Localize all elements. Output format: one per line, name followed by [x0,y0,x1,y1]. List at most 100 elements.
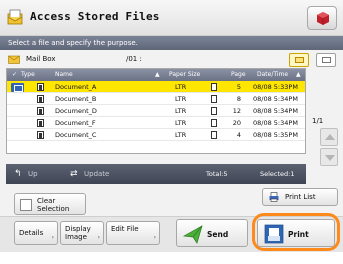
page-count: 12 [232,107,241,115]
table-row[interactable]: Document_B LTR 8 08/08 5:34PM [7,93,305,105]
file-datetime: 08/08 5:34PM [253,107,298,115]
column-type[interactable]: Type [21,71,35,78]
column-paper-size[interactable]: Paper Size [169,71,200,78]
clear-selection-label: Clear Selection [37,197,69,213]
paper-size: LTR [175,107,187,115]
update-button[interactable]: ⇄ Update [64,166,136,182]
arrow-down-icon [325,155,335,161]
selected-count: Selected:1 [260,170,295,178]
page-count: 5 [236,83,241,91]
chevron-right-icon: › [288,230,291,237]
file-name: Document_C [55,131,97,139]
mailbox-page-indicator: /01 : [126,55,142,63]
document-type-icon [37,131,44,139]
chevron-right-icon: › [51,234,54,241]
column-name[interactable]: Name [55,71,73,78]
mailbox-icon [8,55,20,64]
file-datetime: 08/08 5:35PM [253,131,298,139]
screen: Access Stored Files Select a file and sp… [0,0,343,264]
paper-orientation-icon [211,131,217,139]
print-list-button[interactable]: Print List [262,188,338,206]
file-datetime: 08/08 5:34PM [253,119,298,127]
instruction-banner: Select a file and specify the purpose. [0,36,343,50]
clear-line-2: Selection [37,205,70,213]
printer-icon [269,192,279,202]
edit-file-button[interactable]: Edit File › [106,221,160,245]
clear-selection-button[interactable]: Clear Selection [14,193,86,215]
paper-size: LTR [175,83,187,91]
print-icon [264,224,284,244]
print-list-label: Print List [285,193,316,201]
display-image-button[interactable]: Display Image › [60,221,104,245]
display-line-2: Image [65,233,87,241]
page-count: 8 [236,95,241,103]
file-toolbar: ↰ Up ⇄ Update Total:5 Selected:1 [6,164,306,184]
mailbox-label: Mail Box [26,55,56,63]
chevron-right-icon: › [97,234,100,241]
list-view-icon [295,57,304,63]
details-label: Details [19,229,44,237]
document-type-icon [37,107,44,115]
table-row[interactable]: Document_A LTR 5 08/08 5:33PM [7,81,305,93]
refresh-icon: ⇄ [70,169,78,179]
title-bar: Access Stored Files [0,0,343,36]
file-datetime: 08/08 5:34PM [253,95,298,103]
page-title: Access Stored Files [30,10,160,23]
document-type-icon [37,83,44,91]
table-row[interactable]: Document_C LTR 4 08/08 5:35PM [7,129,305,141]
thumbnail-view-button[interactable] [316,53,336,67]
status-monitor-button[interactable] [307,6,337,30]
display-image-label: Display Image [65,225,91,241]
file-name: Document_F [55,119,96,127]
mailbox-row: Mail Box /01 : [6,52,306,66]
up-button-label: Up [28,170,38,178]
clear-selection-icon [20,199,32,211]
edit-file-label: Edit File [111,225,139,233]
send-icon [183,225,203,244]
document-type-icon [37,95,44,103]
file-datetime: 08/08 5:33PM [253,83,298,91]
column-page[interactable]: Page [231,71,246,78]
selected-checkbox-icon[interactable] [11,83,24,92]
file-name: Document_D [55,107,97,115]
table-row[interactable]: Document_D LTR 12 08/08 5:34PM [7,105,305,117]
paper-orientation-icon [211,107,217,115]
page-count: 4 [236,131,241,139]
scroll-down-button[interactable] [320,148,338,166]
chevron-right-icon: › [153,234,156,241]
paper-size: LTR [175,95,187,103]
paper-orientation-icon [211,83,217,91]
details-button[interactable]: Details › [14,221,58,245]
scroll-up-button[interactable] [320,128,338,146]
display-line-1: Display [65,225,91,233]
stored-files-icon [7,9,23,25]
file-name: Document_A [55,83,97,91]
up-arrow-icon: ↰ [14,169,22,179]
column-check: ✓ [12,71,18,78]
paper-size: LTR [175,119,187,127]
page-count: 20 [232,119,241,127]
file-table: ✓ Type Name ▲ Paper Size Page Date/Time … [6,68,306,154]
name-sort-icon: ▲ [155,71,160,78]
send-label: Send [207,230,229,239]
print-button[interactable]: Print › [257,219,335,247]
arrow-up-icon [325,134,335,140]
list-view-button[interactable] [289,53,309,67]
up-button[interactable]: ↰ Up [8,166,60,182]
table-header: ✓ Type Name ▲ Paper Size Page Date/Time … [7,69,305,81]
cube-icon [317,12,329,25]
file-name: Document_B [55,95,97,103]
paper-size: LTR [175,131,187,139]
table-row[interactable]: Document_F LTR 20 08/08 5:34PM [7,117,305,129]
total-count: Total:5 [206,170,228,178]
paper-orientation-icon [211,119,217,127]
document-type-icon [37,119,44,127]
thumbnail-view-icon [322,57,331,63]
paper-orientation-icon [211,95,217,103]
date-sort-icon: ▲ [296,71,301,78]
send-button[interactable]: Send [176,219,248,247]
footer-strip [0,252,343,264]
clear-line-1: Clear [37,197,56,205]
column-datetime[interactable]: Date/Time [257,71,288,78]
page-indicator: 1/1 [312,117,324,125]
